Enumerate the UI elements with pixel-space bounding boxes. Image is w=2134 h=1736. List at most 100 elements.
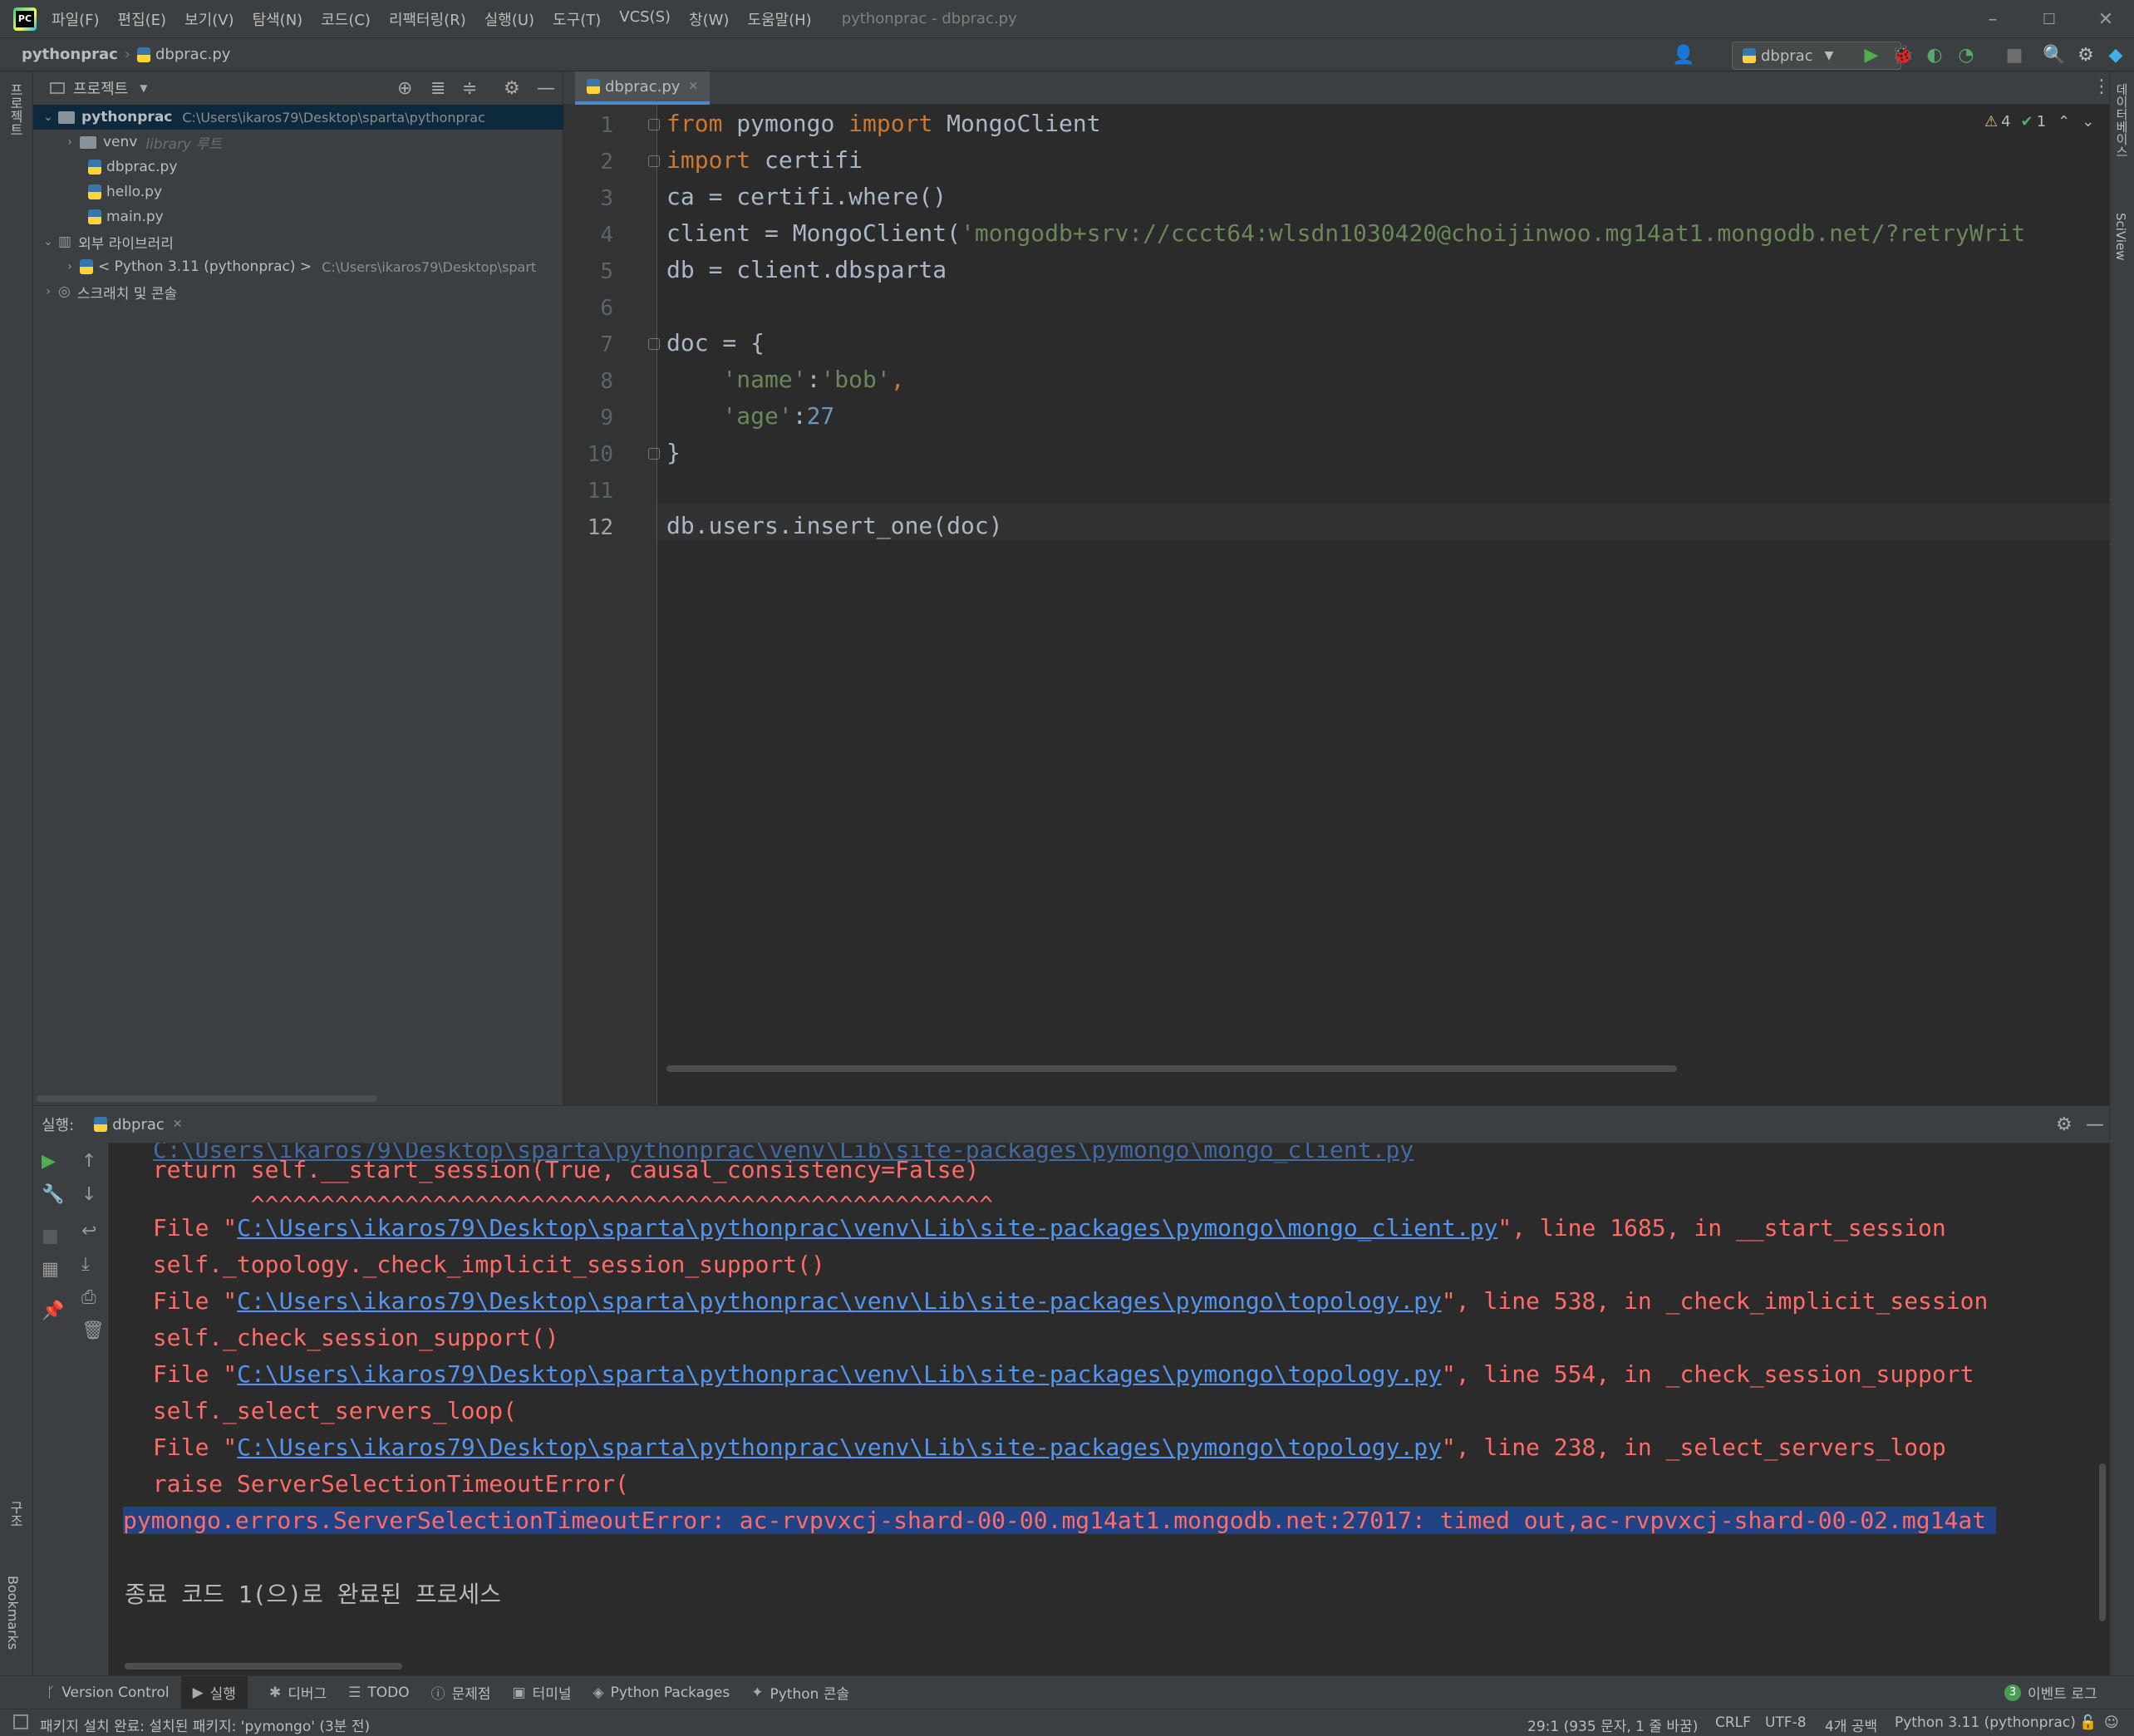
settings-gear-icon[interactable]: ⚙	[2074, 43, 2097, 66]
menu-run[interactable]: 실행(U)	[484, 8, 534, 30]
tool-tab-debug[interactable]: ✱ 디버그	[269, 1682, 327, 1704]
tree-item-python-sdk[interactable]: › < Python 3.11 (pythonprac) > C:\Users\…	[33, 254, 563, 279]
menu-edit[interactable]: 편집(E)	[118, 8, 167, 30]
line-number: 10	[587, 442, 613, 467]
tool-tab-version-control[interactable]: ᚴ Version Control	[47, 1684, 170, 1701]
inspection-widget[interactable]: ⚠ 4 ✔ 1 ⌃ ⌄	[1984, 113, 2094, 130]
chevron-down-icon[interactable]: ▼	[140, 82, 147, 94]
collapsed-arrow-icon[interactable]: ›	[42, 285, 55, 298]
minimize-button[interactable]: –	[1966, 0, 2019, 38]
caret-position[interactable]: 29:1 (935 문자, 1 줄 바꿈)	[1527, 1714, 1698, 1735]
fold-marker-icon[interactable]	[648, 448, 660, 460]
editor-tab-dbprac[interactable]: dbprac.py ✕	[575, 71, 711, 105]
menu-window[interactable]: 창(W)	[689, 8, 729, 30]
stop-icon[interactable]: ■	[2003, 43, 2026, 66]
tool-tab-terminal[interactable]: ▣ 터미널	[513, 1682, 572, 1704]
code-line-3: ca = certifi.where()	[666, 183, 947, 210]
menu-tools[interactable]: 도구(T)	[553, 8, 601, 30]
line-number: 9	[600, 406, 613, 430]
structure-tool-tab[interactable]: 구조	[5, 1501, 25, 1527]
tree-item-venv[interactable]: › venv library 루트	[33, 130, 563, 155]
menu-file[interactable]: 파일(F)	[52, 8, 100, 30]
tree-item-pythonprac[interactable]: ⌄ pythonprac C:\Users\ikaros79\Desktop\s…	[33, 105, 563, 130]
collapse-all-icon[interactable]: ≑	[462, 78, 477, 99]
tree-item-dbprac[interactable]: dbprac.py	[33, 155, 563, 180]
tree-item-external-libraries[interactable]: ⌄ ▥ 외부 라이브러리	[33, 229, 563, 254]
search-icon[interactable]: 🔍	[2043, 43, 2066, 66]
tool-tab-problems[interactable]: ⓘ 문제점	[431, 1682, 491, 1703]
hide-panel-icon[interactable]: —	[2086, 1114, 2104, 1135]
project-tool-tab[interactable]: 프로젝트	[5, 83, 25, 136]
python-interpreter[interactable]: Python 3.11 (pythonprac)	[1895, 1714, 2076, 1731]
chevron-down-icon[interactable]: ⌄	[2082, 113, 2094, 130]
profile-icon[interactable]: ◔	[1955, 43, 1978, 66]
tool-tab-label: 터미널	[532, 1686, 572, 1703]
console-link[interactable]: C:\Users\ikaros79\Desktop\sparta\pythonp…	[237, 1214, 1497, 1242]
user-account-icon[interactable]: 👤	[1672, 43, 1695, 66]
code-editor[interactable]: 1 2 3 4 5 6 7 8 9 10 11 12 from pymongo …	[563, 105, 2109, 1105]
file-encoding[interactable]: UTF-8	[1765, 1714, 1807, 1731]
fold-marker-icon[interactable]	[648, 338, 660, 350]
console-link[interactable]: C:\Users\ikaros79\Desktop\sparta\pythonp…	[237, 1287, 1442, 1315]
close-button[interactable]: ✕	[2079, 0, 2132, 38]
settings-gear-icon[interactable]: ⚙	[2056, 1114, 2073, 1135]
line-separator[interactable]: CRLF	[1715, 1714, 1751, 1731]
close-tab-icon[interactable]: ✕	[173, 1118, 183, 1131]
lock-icon[interactable]: 🔓	[2079, 1714, 2097, 1731]
tool-tab-todo[interactable]: ☰ TODO	[348, 1684, 410, 1701]
indent-setting[interactable]: 4개 공백	[1825, 1714, 1877, 1735]
menu-navigate[interactable]: 탐색(N)	[253, 8, 303, 30]
fold-marker-icon[interactable]	[648, 155, 660, 167]
tool-tab-python-console[interactable]: ✦ Python 콘솔	[751, 1682, 849, 1704]
tree-item-scratches[interactable]: › ◎ 스크래치 및 콘솔	[33, 279, 563, 304]
tree-item-main[interactable]: main.py	[33, 204, 563, 229]
expanded-arrow-icon[interactable]: ⌄	[42, 111, 55, 124]
console-output[interactable]: C:\Users\ikaros79\Desktop\sparta\pythonp…	[33, 1143, 2109, 1676]
coverage-icon[interactable]: ◐	[1923, 43, 1946, 66]
console-link[interactable]: C:\Users\ikaros79\Desktop\sparta\pythonp…	[237, 1434, 1442, 1461]
console-link[interactable]: C:\Users\ikaros79\Desktop\sparta\pythonp…	[237, 1360, 1442, 1388]
event-log-button[interactable]: 3 이벤트 로그	[2004, 1682, 2097, 1703]
tool-tab-python-packages[interactable]: ◈ Python Packages	[593, 1684, 730, 1701]
run-icon[interactable]: ▶	[1860, 43, 1883, 66]
locate-file-icon[interactable]: ⊕	[397, 78, 412, 99]
tree-item-hello[interactable]: hello.py	[33, 180, 563, 204]
menu-view[interactable]: 보기(V)	[184, 8, 234, 30]
console-line: File "C:\Users\ikaros79\Desktop\sparta\p…	[153, 1434, 1946, 1461]
line-number-current: 12	[587, 515, 613, 540]
options-gear-icon[interactable]: ⚙	[504, 78, 520, 99]
tool-tab-label: 실행	[209, 1686, 236, 1703]
chevron-up-icon[interactable]: ⌃	[2058, 113, 2070, 130]
collapsed-arrow-icon[interactable]: ›	[63, 260, 76, 273]
more-options-icon[interactable]: ⋮	[2092, 76, 2111, 97]
debug-icon[interactable]: 🐞	[1891, 43, 1915, 66]
close-tab-icon[interactable]: ✕	[688, 80, 698, 93]
expanded-arrow-icon[interactable]: ⌄	[42, 235, 55, 248]
project-horizontal-scrollbar[interactable]	[37, 1095, 377, 1102]
menu-code[interactable]: 코드(C)	[321, 8, 371, 30]
console-vertical-scrollbar[interactable]	[2099, 1463, 2106, 1621]
database-tool-tab[interactable]: 데이터베이스	[2113, 83, 2131, 158]
hide-panel-icon[interactable]: —	[537, 78, 555, 99]
menu-help[interactable]: 도움말(H)	[747, 8, 811, 30]
jetbrains-logo-icon[interactable]: ◆	[2104, 43, 2127, 66]
fold-marker-icon[interactable]	[648, 119, 660, 130]
status-message[interactable]: 패키지 설치 완료: 설치된 패키지: 'pymongo' (3분 전)	[40, 1714, 370, 1735]
expand-all-icon[interactable]: ≣	[430, 78, 445, 99]
breadcrumb-project[interactable]: pythonprac	[22, 46, 118, 63]
project-panel-title[interactable]: 프로젝트	[73, 77, 128, 99]
menu-refactor[interactable]: 리팩터링(R)	[389, 8, 466, 30]
console-horizontal-scrollbar[interactable]	[125, 1663, 402, 1670]
console-text: File "	[153, 1360, 238, 1388]
sciview-tool-tab[interactable]: SciView	[2113, 213, 2128, 261]
editor-horizontal-scrollbar[interactable]	[666, 1065, 1677, 1072]
run-tab-dbprac[interactable]: dbprac	[112, 1116, 165, 1134]
menu-vcs[interactable]: VCS(S)	[619, 8, 671, 30]
breadcrumb-file[interactable]: dbprac.py	[155, 46, 230, 63]
maximize-button[interactable]: ☐	[2023, 0, 2076, 38]
collapsed-arrow-icon[interactable]: ›	[63, 135, 76, 149]
notifications-icon[interactable]: ☺	[2104, 1714, 2119, 1731]
bookmarks-tool-tab[interactable]: Bookmarks	[5, 1576, 21, 1650]
tool-tab-run[interactable]: ▶ 실행	[180, 1675, 248, 1709]
toggle-tool-windows-icon[interactable]	[13, 1714, 28, 1729]
